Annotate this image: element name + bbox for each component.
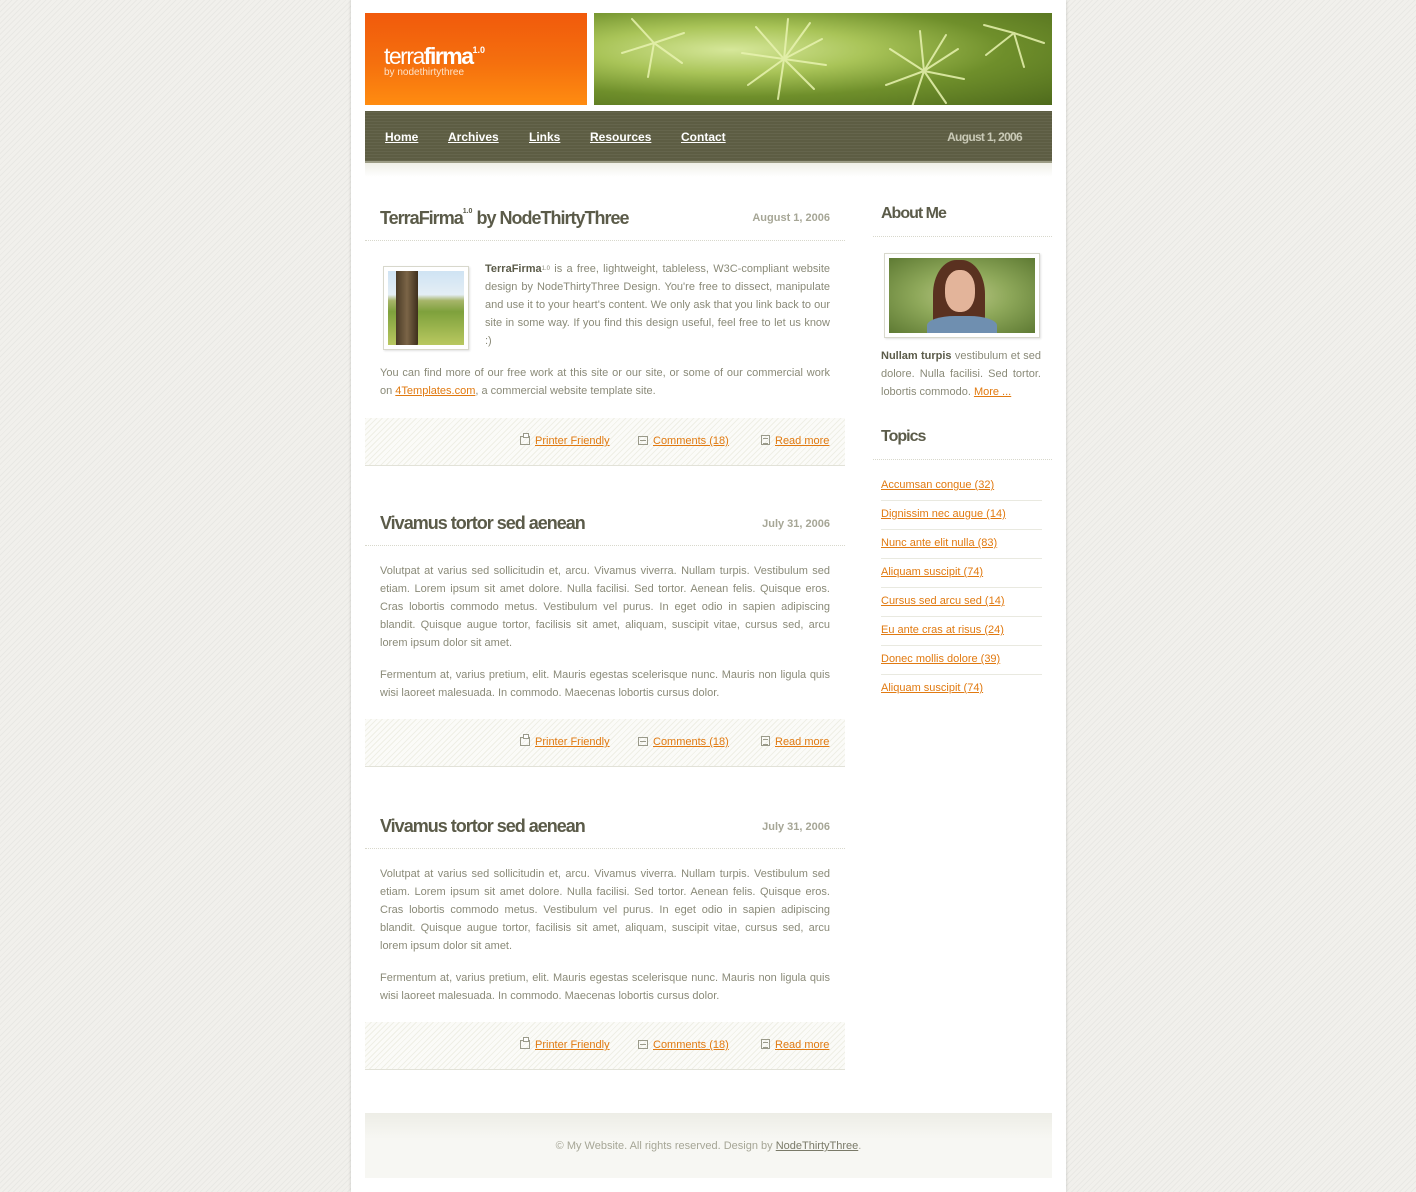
nav-date: August 1, 2006 xyxy=(947,130,1023,144)
sidebar-divider xyxy=(873,459,1052,460)
nav-resources-link[interactable]: Resources xyxy=(590,130,651,144)
printer-friendly-link[interactable]: Printer Friendly xyxy=(520,734,610,748)
post-date: July 31, 2006 xyxy=(762,821,830,833)
comment-icon xyxy=(638,436,648,445)
about-more-link[interactable]: More ... xyxy=(974,386,1011,398)
4templates-link[interactable]: 4Templates.com xyxy=(395,385,475,397)
post-content: Volutpat at varius sed sollicitudin et, … xyxy=(380,562,830,702)
about-text: Nullam turpis vestibulum et sed dolore. … xyxy=(881,350,1042,398)
topic-item: Aliquam suscipit (74) xyxy=(881,675,1042,704)
topic-link[interactable]: Donec mollis dolore (39) xyxy=(881,653,1000,665)
main-navigation: Home Archives Links Resources Contact Au… xyxy=(365,111,1052,163)
post-paragraph: Volutpat at varius sed sollicitudin et, … xyxy=(380,565,830,649)
post-paragraph: Volutpat at varius sed sollicitudin et, … xyxy=(380,868,830,952)
tree-field-image xyxy=(388,271,464,345)
topic-link[interactable]: Eu ante cras at risus (24) xyxy=(881,624,1004,636)
topic-item: Aliquam suscipit (74) xyxy=(881,559,1042,588)
about-photo xyxy=(884,253,1040,338)
page-container: terrafirma1.0 by nodethirtythree Home Ar… xyxy=(351,0,1066,1192)
topic-link[interactable]: Dignissim nec augue (14) xyxy=(881,508,1006,520)
site-footer: © My Website. All rights reserved. Desig… xyxy=(365,1113,1052,1178)
topics-heading: Topics xyxy=(881,428,926,445)
nav-links-link[interactable]: Links xyxy=(529,130,560,144)
footer-designer-link[interactable]: NodeThirtyThree xyxy=(776,1140,859,1152)
nav-home-link[interactable]: Home xyxy=(385,130,418,144)
post-divider xyxy=(365,545,845,546)
printer-friendly-link[interactable]: Printer Friendly xyxy=(520,1037,610,1051)
sidebar-divider xyxy=(873,236,1052,237)
portrait-image xyxy=(889,258,1035,333)
post-thumbnail xyxy=(383,266,469,350)
topic-link[interactable]: Cursus sed arcu sed (14) xyxy=(881,595,1005,607)
printer-icon xyxy=(520,1037,530,1049)
post-paragraph: Fermentum at, varius pretium, elit. Maur… xyxy=(380,972,830,1002)
post-divider xyxy=(365,848,845,849)
read-more-link[interactable]: Read more xyxy=(761,1039,829,1051)
document-icon xyxy=(761,435,770,445)
post-footer: Printer Friendly Comments (18) Read more xyxy=(365,719,845,767)
logo-title: terrafirma1.0 xyxy=(384,43,486,69)
post-1: TerraFirma1.0 by NodeThirtyThree August … xyxy=(365,208,845,468)
document-icon xyxy=(761,736,770,746)
header-plant-image xyxy=(594,13,1052,105)
logo-subtitle: by nodethirtythree xyxy=(384,67,465,78)
post-title[interactable]: Vivamus tortor sed aenean xyxy=(380,513,586,534)
topic-item: Donec mollis dolore (39) xyxy=(881,646,1042,675)
site-logo[interactable]: terrafirma1.0 by nodethirtythree xyxy=(365,13,587,105)
nav-shadow xyxy=(365,163,1052,177)
post-title[interactable]: TerraFirma1.0 by NodeThirtyThree xyxy=(380,208,629,229)
comment-icon xyxy=(638,1040,648,1049)
read-more-link[interactable]: Read more xyxy=(761,736,829,748)
topic-link[interactable]: Aliquam suscipit (74) xyxy=(881,566,983,578)
post-3: Vivamus tortor sed aenean July 31, 2006 … xyxy=(365,816,845,1076)
topics-list: Accumsan congue (32) Dignissim nec augue… xyxy=(881,472,1042,704)
topic-link[interactable]: Nunc ante elit nulla (83) xyxy=(881,537,997,549)
post-paragraph: Fermentum at, varius pretium, elit. Maur… xyxy=(380,669,830,699)
topic-link[interactable]: Accumsan congue (32) xyxy=(881,479,994,491)
post-intro: TerraFirma1.0 is a free, lightweight, ta… xyxy=(485,263,830,347)
post-title[interactable]: Vivamus tortor sed aenean xyxy=(380,816,586,837)
comments-link[interactable]: Comments (18) xyxy=(638,435,729,447)
document-icon xyxy=(761,1039,770,1049)
post-content: Volutpat at varius sed sollicitudin et, … xyxy=(380,865,830,1005)
post-date: July 31, 2006 xyxy=(762,518,830,530)
printer-icon xyxy=(520,433,530,445)
comments-link[interactable]: Comments (18) xyxy=(638,1039,729,1051)
topic-item: Cursus sed arcu sed (14) xyxy=(881,588,1042,617)
printer-friendly-link[interactable]: Printer Friendly xyxy=(520,433,610,447)
topic-item: Eu ante cras at risus (24) xyxy=(881,617,1042,646)
post-footer: Printer Friendly Comments (18) Read more xyxy=(365,1022,845,1070)
post-date: August 1, 2006 xyxy=(752,212,830,224)
header-plant-graphic xyxy=(621,18,1045,105)
post-paragraph: You can find more of our free work at th… xyxy=(380,367,830,397)
comment-icon xyxy=(638,737,648,746)
post-divider xyxy=(365,240,845,241)
comments-link[interactable]: Comments (18) xyxy=(638,736,729,748)
printer-icon xyxy=(520,734,530,746)
topic-item: Accumsan congue (32) xyxy=(881,472,1042,501)
topic-item: Dignissim nec augue (14) xyxy=(881,501,1042,530)
about-me-heading: About Me xyxy=(881,205,947,222)
nav-archives-link[interactable]: Archives xyxy=(448,130,499,144)
topic-item: Nunc ante elit nulla (83) xyxy=(881,530,1042,559)
post-2: Vivamus tortor sed aenean July 31, 2006 … xyxy=(365,513,845,773)
footer-text: © My Website. All rights reserved. Desig… xyxy=(555,1140,862,1152)
nav-contact-link[interactable]: Contact xyxy=(681,130,726,144)
post-footer: Printer Friendly Comments (18) Read more xyxy=(365,418,845,466)
read-more-link[interactable]: Read more xyxy=(761,435,829,447)
topic-link[interactable]: Aliquam suscipit (74) xyxy=(881,682,983,694)
